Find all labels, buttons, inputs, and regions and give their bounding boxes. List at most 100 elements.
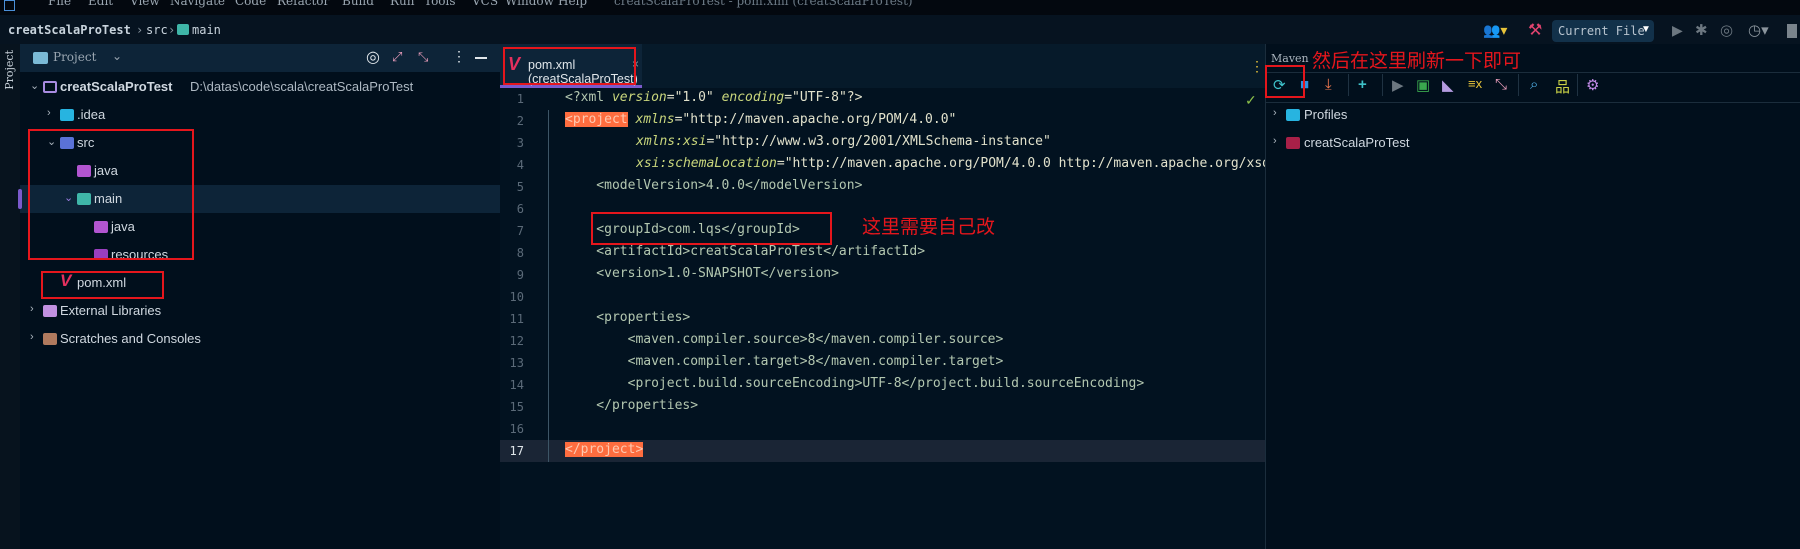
- fold-guide: [548, 110, 549, 462]
- annotation-text-refresh: 然后在这里刷新一下即可: [1312, 51, 1522, 72]
- chevron-right-icon[interactable]: ›: [30, 331, 34, 343]
- code-line-4: xsi:schemaLocation="http://maven.apache.…: [636, 156, 1265, 171]
- run-config-label: Current File: [1558, 24, 1645, 38]
- execute-goal-icon[interactable]: ▣: [1416, 76, 1430, 94]
- maven-title: Maven: [1271, 52, 1309, 65]
- code-line-11: <properties>: [565, 310, 691, 325]
- attr: xmlns:xsi: [636, 134, 707, 149]
- collapse-all-icon[interactable]: ⤡: [418, 49, 428, 65]
- run-icon[interactable]: ▶: [1672, 22, 1683, 39]
- chevron-right-icon[interactable]: ›: [30, 303, 34, 315]
- download-icon[interactable]: ⤓: [1325, 76, 1332, 93]
- chevron-down-icon: ▼: [1641, 24, 1651, 35]
- coverage-icon[interactable]: ◎: [1720, 21, 1733, 39]
- project-tool-button[interactable]: Project: [3, 50, 16, 90]
- breadcrumb-separator: ›: [136, 23, 144, 37]
- value: ="http://www.w3.org/2001/XMLSchema-insta…: [706, 134, 1051, 149]
- menu-refactor[interactable]: Refactor: [277, 0, 329, 8]
- attr: version: [611, 90, 667, 105]
- chevron-down-icon[interactable]: ⌄: [112, 49, 122, 63]
- line-number: 5: [516, 180, 524, 194]
- run-maven-build-icon[interactable]: ▶: [1392, 76, 1404, 94]
- chevron-down-icon[interactable]: ⌄: [30, 79, 39, 92]
- value: ="1.0": [666, 90, 722, 105]
- maven-item-label: creatScalaProTest: [1304, 135, 1410, 150]
- debug-icon[interactable]: ✱: [1695, 21, 1708, 39]
- project-panel-header: Project ⌄ ◎ ⤢ ⤡ ⋮: [20, 44, 500, 72]
- chevron-right-icon[interactable]: ›: [47, 107, 51, 119]
- menu-window[interactable]: Window: [505, 0, 554, 8]
- analyze-dependencies-icon[interactable]: ⌕: [1530, 76, 1538, 93]
- collapse-all-icon[interactable]: ⤡: [1495, 76, 1507, 93]
- chevron-right-icon[interactable]: ›: [1273, 107, 1277, 119]
- line-number: 10: [509, 290, 524, 304]
- profiles-folder-icon: [1286, 109, 1300, 121]
- tree-item-label: .idea: [77, 107, 106, 122]
- menu-file[interactable]: File: [48, 0, 71, 8]
- breadcrumb-main[interactable]: main: [192, 23, 221, 37]
- code-line-12: <maven.compiler.source>8</maven.compiler…: [565, 332, 1004, 347]
- profiler-icon[interactable]: ◷▾: [1748, 21, 1769, 39]
- breadcrumb-separator: ›: [168, 23, 176, 37]
- window-title: creatScalaProTest - pom.xml (creatScalaP…: [614, 0, 913, 8]
- project-tag-highlight: <project: [565, 112, 628, 127]
- tree-item-scratches[interactable]: › Scratches and Consoles: [20, 325, 500, 353]
- left-tool-stripe: Project: [0, 44, 20, 549]
- code-line-15: </properties>: [565, 398, 699, 413]
- tree-item-label: Scratches and Consoles: [60, 331, 201, 346]
- build-hammer-icon[interactable]: ⚒: [1528, 20, 1542, 40]
- toggle-offline-icon[interactable]: ◣: [1442, 76, 1454, 94]
- line-number: 14: [509, 378, 524, 392]
- line-number: 11: [509, 312, 524, 326]
- tree-item-label: External Libraries: [60, 303, 162, 318]
- menu-view[interactable]: View: [130, 0, 160, 8]
- line-number: 2: [516, 114, 524, 128]
- menu-build[interactable]: Build: [342, 0, 374, 8]
- annotation-text-groupid: 这里需要自己改: [862, 217, 996, 238]
- code-with-me-icon[interactable]: 👥▾: [1483, 22, 1507, 39]
- separator: [1382, 74, 1383, 96]
- value: ="http://maven.apache.org/POM/4.0.0 http…: [776, 156, 1265, 171]
- line-number: 9: [516, 268, 524, 282]
- menu-edit[interactable]: Edit: [88, 0, 113, 8]
- menu-run[interactable]: Run: [390, 0, 415, 8]
- hide-panel-icon[interactable]: [475, 57, 487, 59]
- no-problems-check-icon[interactable]: ✓: [1245, 92, 1257, 109]
- menu-vcs[interactable]: VCS: [472, 0, 498, 8]
- separator: [1518, 74, 1519, 96]
- menu-tools[interactable]: Tools: [424, 0, 456, 8]
- tree-item-idea[interactable]: › .idea: [20, 101, 500, 129]
- editor-options-icon[interactable]: ⋮: [1250, 58, 1264, 75]
- run-config-dropdown[interactable]: Current File ▼: [1552, 20, 1654, 42]
- selection-marker: [18, 189, 22, 209]
- breadcrumb-src[interactable]: src: [146, 23, 168, 37]
- value: ="http://maven.apache.org/POM/4.0.0": [674, 112, 957, 127]
- settings-gear-icon[interactable]: ⚙: [1586, 76, 1599, 94]
- stop-icon[interactable]: [1787, 24, 1797, 38]
- menu-help[interactable]: Help: [558, 0, 587, 8]
- attr: xmlns: [635, 112, 675, 127]
- maven-item-profiles[interactable]: › Profiles: [1265, 101, 1800, 129]
- breadcrumb-project[interactable]: creatScalaProTest: [8, 23, 131, 37]
- project-view-title[interactable]: Project: [53, 50, 96, 64]
- project-close-tag-highlight: </project>: [565, 442, 644, 457]
- tree-item-project-root[interactable]: ⌄ creatScalaProTest D:\datas\code\scala\…: [20, 73, 500, 101]
- chevron-right-icon[interactable]: ›: [1273, 135, 1277, 147]
- show-dependencies-icon[interactable]: 品: [1555, 76, 1570, 97]
- line-number: 7: [516, 224, 524, 238]
- options-menu-icon[interactable]: ⋮: [452, 48, 466, 65]
- tree-item-external-libraries[interactable]: › External Libraries: [20, 297, 500, 325]
- code-line-13: <maven.compiler.target>8</maven.compiler…: [565, 354, 1004, 369]
- menu-code[interactable]: Code: [235, 0, 266, 8]
- module-folder-icon: [177, 24, 189, 35]
- line-number: 3: [516, 136, 524, 150]
- add-maven-project-icon[interactable]: +: [1358, 76, 1367, 93]
- separator: [1348, 74, 1349, 96]
- locate-file-icon[interactable]: ◎: [366, 47, 380, 67]
- code-line-1: <?xml version="1.0" encoding="UTF-8"?>: [565, 90, 862, 105]
- skip-tests-icon[interactable]: ≡x: [1468, 76, 1482, 91]
- expand-all-icon[interactable]: ⤢: [392, 49, 402, 65]
- value: ="UTF-8"?>: [784, 90, 863, 105]
- maven-item-project[interactable]: › creatScalaProTest: [1265, 129, 1800, 157]
- menu-navigate[interactable]: Navigate: [170, 0, 225, 8]
